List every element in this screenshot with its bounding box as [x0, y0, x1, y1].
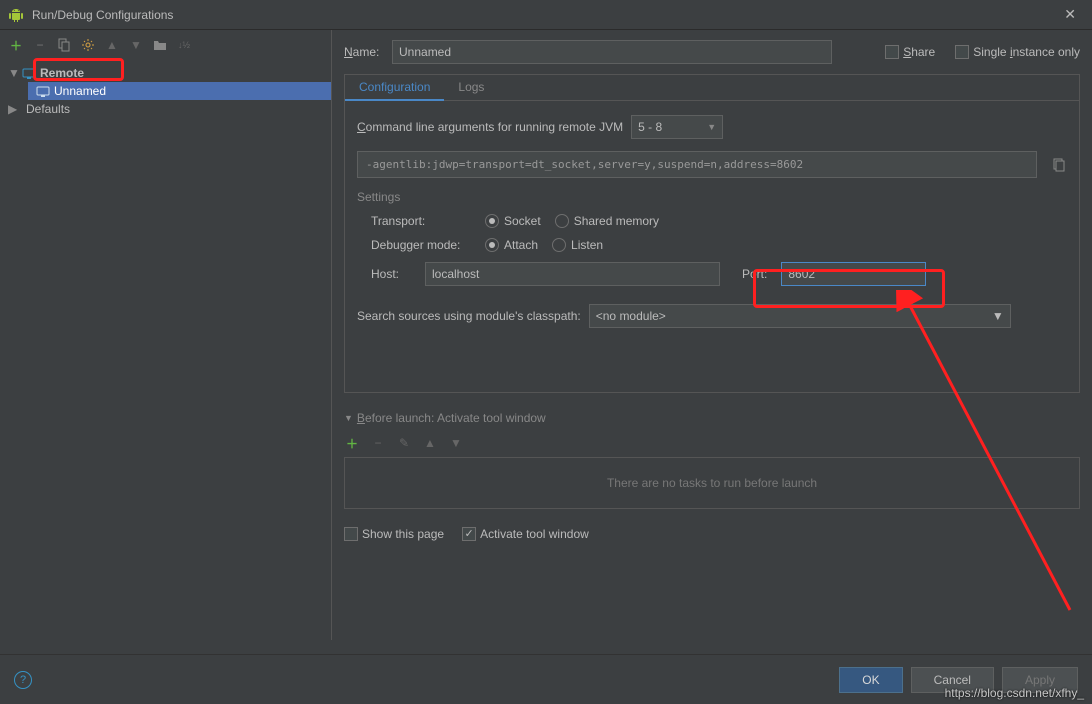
chevron-down-icon: ▼ [707, 122, 716, 132]
jvm-version-dropdown[interactable]: 5 - 8 ▼ [631, 115, 723, 139]
show-page-label: Show this page [362, 527, 444, 541]
tree-label: Unnamed [54, 84, 106, 98]
add-task-button[interactable]: ＋ [344, 435, 360, 451]
window-title: Run/Debug Configurations [32, 8, 1056, 22]
dropdown-value: 5 - 8 [638, 120, 662, 134]
mode-listen-radio[interactable]: Listen [552, 238, 603, 252]
tab-configuration[interactable]: Configuration [345, 75, 444, 101]
tree-node-defaults[interactable]: ▶ Defaults [0, 100, 331, 118]
tabs: Configuration Logs [345, 75, 1079, 101]
single-instance-checkbox[interactable] [955, 45, 969, 59]
copy-icon[interactable] [1051, 157, 1067, 173]
ok-button[interactable]: OK [839, 667, 902, 693]
debugger-mode-label: Debugger mode: [371, 238, 471, 252]
radio-icon [552, 238, 566, 252]
transport-shared-radio[interactable]: Shared memory [555, 214, 659, 228]
host-field[interactable] [425, 262, 720, 286]
chevron-down-icon: ▼ [992, 309, 1004, 323]
radio-label: Listen [571, 238, 603, 252]
port-field[interactable] [781, 262, 926, 286]
radio-icon [485, 238, 499, 252]
name-label: Name: [344, 45, 384, 59]
expand-icon: ▶ [8, 102, 18, 116]
dropdown-value: <no module> [596, 309, 666, 323]
single-instance-label: Single instance only [973, 45, 1080, 59]
radio-label: Shared memory [574, 214, 659, 228]
apply-button[interactable]: Apply [1002, 667, 1078, 693]
move-down-button[interactable]: ▼ [128, 37, 144, 53]
cancel-button[interactable]: Cancel [911, 667, 994, 693]
remove-config-button[interactable]: − [32, 37, 48, 53]
share-checkbox[interactable] [885, 45, 899, 59]
collapse-icon: ▼ [344, 413, 353, 423]
radio-label: Attach [504, 238, 538, 252]
sidebar-toolbar: ＋ − ▲ ▼ ↓½ [0, 30, 331, 60]
tree-node-unnamed[interactable]: Unnamed [28, 82, 331, 100]
transport-socket-radio[interactable]: Socket [485, 214, 541, 228]
collapse-icon: ▼ [8, 66, 18, 80]
name-field[interactable] [392, 40, 832, 64]
tree-node-remote[interactable]: ▼ Remote [0, 64, 331, 82]
help-icon[interactable]: ? [14, 671, 32, 689]
edit-task-button[interactable]: ✎ [396, 435, 412, 451]
before-launch-header[interactable]: ▼ Before launch: Activate tool window [344, 411, 1080, 425]
transport-label: Transport: [371, 214, 471, 228]
cmdline-label: Command line arguments for running remot… [357, 120, 623, 134]
port-label: Port: [742, 267, 767, 281]
titlebar: Run/Debug Configurations ✕ [0, 0, 1092, 30]
remote-icon [36, 84, 50, 98]
tree-label: Remote [40, 66, 84, 80]
agentlib-field[interactable]: -agentlib:jdwp=transport=dt_socket,serve… [357, 151, 1037, 178]
search-sources-label: Search sources using module's classpath: [357, 309, 581, 323]
config-form: Name: Share Single instance only Configu… [332, 30, 1092, 640]
sort-button[interactable]: ↓½ [176, 37, 192, 53]
config-tree: ▼ Remote Unnamed ▶ Defaults [0, 60, 331, 122]
host-label: Host: [371, 267, 411, 281]
before-launch-label: Before launch: Activate tool window [357, 411, 546, 425]
android-icon [8, 7, 24, 23]
module-dropdown[interactable]: <no module> ▼ [589, 304, 1011, 328]
activate-tool-label: Activate tool window [480, 527, 589, 541]
sidebar: ＋ − ▲ ▼ ↓½ ▼ Remote [0, 30, 332, 640]
radio-icon [555, 214, 569, 228]
no-tasks-label: There are no tasks to run before launch [607, 476, 817, 490]
task-up-button[interactable]: ▲ [422, 435, 438, 451]
close-icon[interactable]: ✕ [1056, 2, 1084, 27]
move-up-button[interactable]: ▲ [104, 37, 120, 53]
tab-logs[interactable]: Logs [444, 75, 498, 100]
settings-title: Settings [357, 190, 1067, 204]
tree-label: Defaults [26, 102, 70, 116]
remove-task-button[interactable]: − [370, 435, 386, 451]
radio-label: Socket [504, 214, 541, 228]
activate-tool-checkbox[interactable] [462, 527, 476, 541]
folder-button[interactable] [152, 37, 168, 53]
settings-config-button[interactable] [80, 37, 96, 53]
remote-icon [22, 66, 36, 80]
dialog-button-bar: ? OK Cancel Apply [0, 654, 1092, 704]
radio-icon [485, 214, 499, 228]
share-label: Share [903, 45, 935, 59]
before-launch-list: There are no tasks to run before launch [344, 457, 1080, 509]
mode-attach-radio[interactable]: Attach [485, 238, 538, 252]
show-page-checkbox[interactable] [344, 527, 358, 541]
add-config-button[interactable]: ＋ [8, 37, 24, 53]
task-down-button[interactable]: ▼ [448, 435, 464, 451]
copy-config-button[interactable] [56, 37, 72, 53]
